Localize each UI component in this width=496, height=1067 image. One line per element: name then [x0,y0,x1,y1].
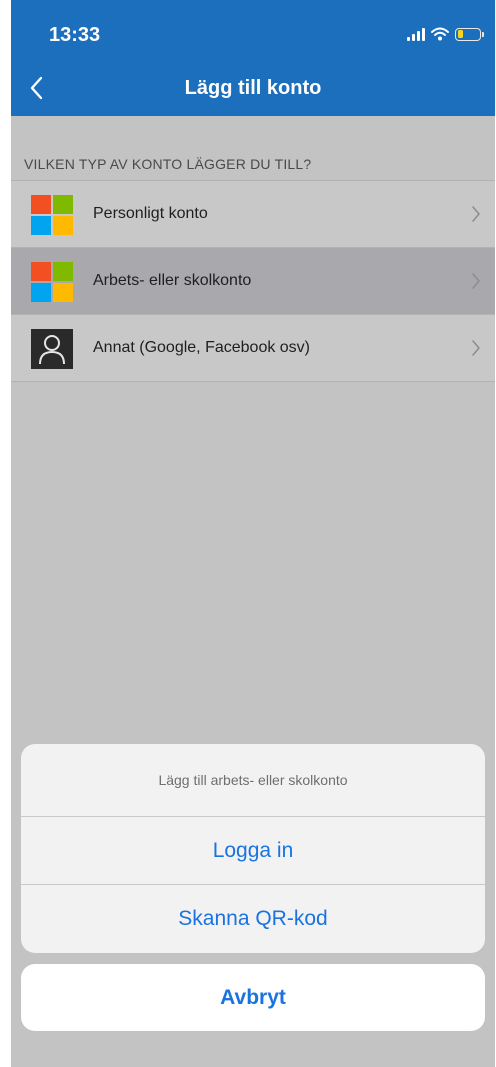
person-icon [31,329,73,369]
battery-level [457,30,463,38]
account-row-label: Personligt konto [93,205,208,222]
signal-icon [407,27,425,41]
navigation-bar: Lägg till konto [11,60,495,116]
account-row-work-school[interactable]: Arbets- eller skolkonto [11,248,495,315]
account-row-label: Annat (Google, Facebook osv) [93,339,311,356]
status-time: 13:33 [49,24,101,46]
action-sheet-title: Lägg till arbets- eller skolkonto [21,744,485,817]
chevron-right-icon [472,340,480,356]
phone-screen: 13:33 Lägg till konto VILKEN TYP AV KONT… [11,0,495,1067]
microsoft-logo-icon [31,262,73,302]
sign-in-button[interactable]: Logga in [21,817,485,885]
cancel-button[interactable]: Avbryt [21,964,485,1031]
account-type-list: Personligt konto Arbets- eller skolkonto [11,180,495,382]
battery-icon [455,27,484,41]
account-row-personal[interactable]: Personligt konto [11,181,495,248]
scan-qr-code-button[interactable]: Skanna QR-kod [21,885,485,953]
chevron-right-icon [472,273,480,289]
wifi-icon [431,27,449,41]
account-row-label: Arbets- eller skolkonto [93,272,252,289]
status-icons [407,26,484,42]
status-bar: 13:33 [11,0,495,60]
page-title: Lägg till konto [184,77,322,99]
account-row-other[interactable]: Annat (Google, Facebook osv) [11,315,495,382]
section-header: VILKEN TYP AV KONTO LÄGGER DU TILL? [24,156,312,172]
chevron-right-icon [472,206,480,222]
microsoft-logo-icon [31,195,73,235]
action-sheet: Lägg till arbets- eller skolkonto Logga … [21,744,485,953]
